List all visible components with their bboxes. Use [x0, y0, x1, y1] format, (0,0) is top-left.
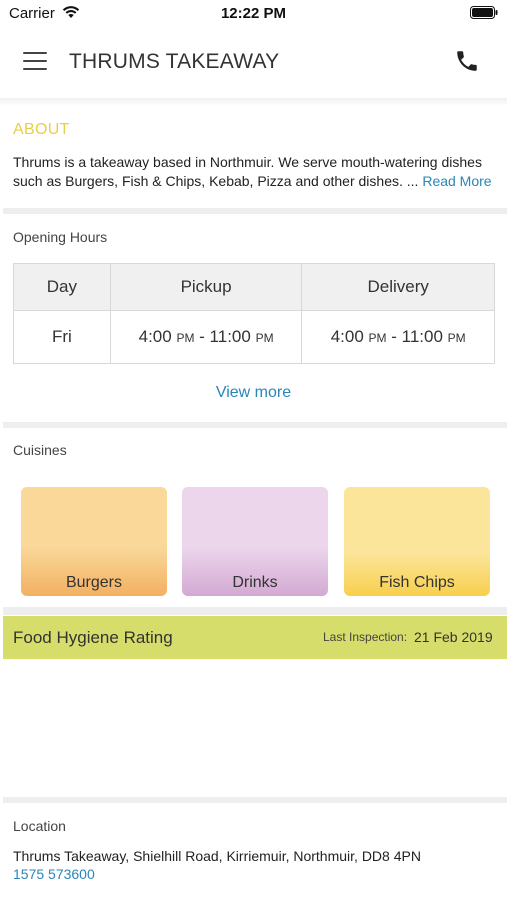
section-divider [3, 607, 507, 615]
cell-pickup-hours: 4:00 PM - 11:00 PM [109, 310, 303, 364]
table-header-row: Day Pickup Delivery [13, 263, 495, 311]
hamburger-menu-icon[interactable] [23, 52, 47, 72]
column-header-pickup: Pickup [109, 263, 303, 311]
cell-delivery-hours: 4:00 PM - 11:00 PM [301, 310, 495, 364]
location-address: Thrums Takeaway, Shielhill Road, Kirriem… [13, 848, 421, 864]
cuisine-label: Drinks [232, 574, 278, 591]
location-label: Location [13, 818, 66, 834]
status-bar: Carrier 12:22 PM [0, 0, 507, 28]
food-hygiene-title: Food Hygiene Rating [13, 628, 173, 647]
last-inspection-label: Last Inspection: [323, 630, 408, 644]
about-description: Thrums is a takeaway based in Northmuir.… [13, 153, 498, 191]
cuisine-label: Burgers [65, 574, 123, 591]
last-inspection-date: 21 Feb 2019 [414, 629, 493, 645]
cuisine-card-drinks[interactable]: Drinks [182, 487, 328, 596]
about-ellipsis: ... [406, 173, 419, 189]
about-heading: ABOUT [13, 121, 70, 138]
header-shadow [0, 98, 507, 106]
food-hygiene-bar: Food Hygiene Rating Last Inspection: 21 … [3, 616, 507, 659]
opening-hours-label: Opening Hours [13, 229, 108, 245]
cuisine-label: Fish Chips [379, 574, 455, 591]
page-title: THRUMS TAKEAWAY [69, 50, 280, 73]
cell-day: Fri [13, 310, 111, 364]
view-more-link[interactable]: View more [0, 384, 507, 402]
status-time: 12:22 PM [220, 5, 287, 22]
cuisines-label: Cuisines [13, 442, 67, 458]
location-phone-link[interactable]: 1575 573600 [13, 866, 95, 882]
section-divider [3, 208, 507, 214]
column-header-day: Day [13, 263, 111, 311]
cuisine-card-burgers[interactable]: Burgers [21, 487, 167, 596]
cuisine-card-fish-chips[interactable]: Fish Chips [344, 487, 490, 596]
table-row: Fri 4:00 PM - 11:00 PM 4:00 PM - 11:00 P… [13, 310, 495, 364]
section-divider [3, 797, 507, 803]
battery-icon [470, 6, 498, 19]
section-divider [3, 422, 507, 428]
column-header-delivery: Delivery [301, 263, 495, 311]
phone-icon[interactable] [454, 48, 480, 74]
opening-hours-table: Day Pickup Delivery Fri 4:00 PM - 11:00 … [13, 263, 495, 364]
read-more-link[interactable]: Read More [422, 173, 491, 189]
nav-bar: THRUMS TAKEAWAY [0, 28, 507, 98]
